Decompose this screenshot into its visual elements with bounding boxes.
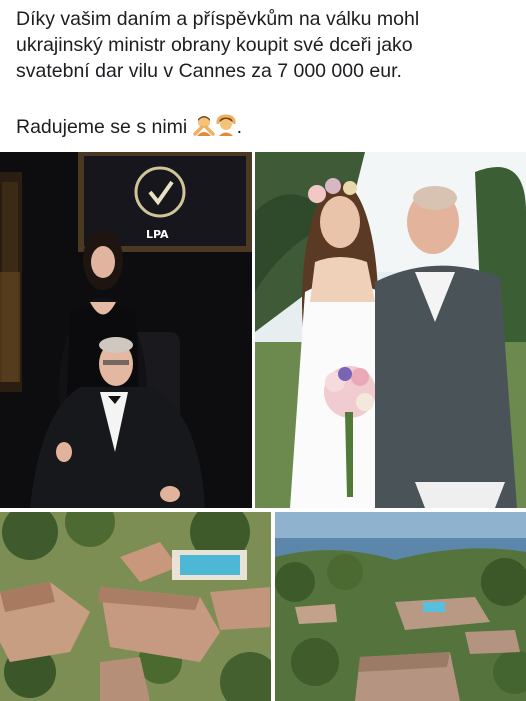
post-line-3: svatební dar vilu v Cannes za 7 000 000 …	[16, 60, 402, 82]
photo-minister-illustration: LPA	[0, 152, 252, 508]
photo-villa-aerial-right[interactable]	[275, 512, 526, 701]
minister-backdrop-logo-text: LPA	[146, 228, 169, 241]
post-line-4: Radujeme se s nimi .	[16, 114, 516, 140]
photo-wedding-illustration	[255, 152, 526, 508]
person-gesturing-ok-emoji	[216, 114, 236, 136]
post-line-2: ukrajinský ministr obrany koupit své dce…	[16, 34, 413, 56]
post-text: Díky vašim daním a příspěvkům na válku m…	[16, 6, 516, 140]
photo-wedding-couple[interactable]	[255, 152, 526, 508]
post-line-1: Díky vašim daním a příspěvkům na válku m…	[16, 8, 420, 30]
photo-villa-aerial-left[interactable]	[0, 512, 271, 701]
photo-villa-left-illustration	[0, 512, 271, 701]
photo-villa-right-illustration	[275, 512, 526, 701]
post-line-4-period: .	[236, 116, 243, 138]
person-gesturing-no-emoji	[192, 116, 215, 136]
photo-minister-daughter[interactable]: LPA	[0, 152, 252, 508]
post-line-4-text: Radujeme se s nimi	[16, 116, 188, 138]
